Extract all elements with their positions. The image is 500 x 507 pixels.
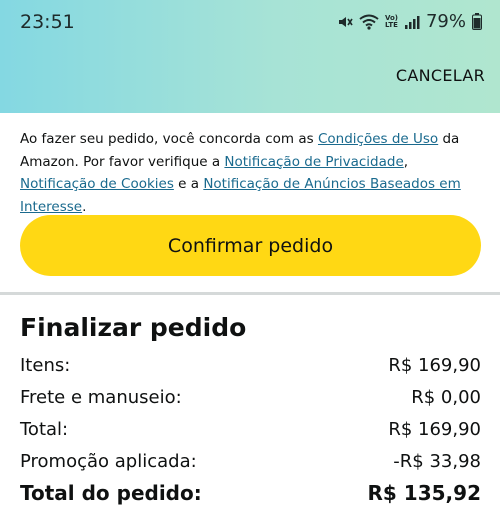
volte-icon: Vo) LTE [385, 14, 398, 29]
summary-row-shipping: Frete e manuseio: R$ 0,00 [20, 387, 481, 408]
row-label: Itens: [20, 355, 71, 376]
row-value: R$ 169,90 [388, 419, 481, 440]
row-label: Total: [20, 419, 69, 440]
section-divider [0, 292, 500, 295]
order-total-value: R$ 135,92 [367, 481, 481, 505]
volte-label-bottom: LTE [385, 20, 398, 29]
summary-row-promotion: Promoção aplicada: -R$ 33,98 [20, 451, 481, 472]
row-value: R$ 0,00 [411, 387, 481, 408]
agreement-suffix: . [82, 198, 87, 215]
confirm-order-label: Confirmar pedido [167, 234, 334, 257]
agreement-text: Ao fazer seu pedido, você concorda com a… [20, 128, 486, 218]
battery-icon [472, 13, 482, 30]
signal-icon [404, 14, 420, 30]
confirm-order-button[interactable]: Confirmar pedido [20, 215, 481, 276]
row-label: Promoção aplicada: [20, 451, 197, 472]
summary-row-items: Itens: R$ 169,90 [20, 355, 481, 376]
row-label: Frete e manuseio: [20, 387, 182, 408]
header-bar: 23:51 Vo) LTE 79% CANCELAR [0, 0, 500, 113]
summary-title: Finalizar pedido [20, 313, 247, 342]
mute-icon [337, 14, 353, 30]
status-time: 23:51 [20, 11, 75, 33]
agreement-prefix: Ao fazer seu pedido, você concorda com a… [20, 131, 318, 147]
terms-of-use-link[interactable]: Condições de Uso [318, 131, 438, 147]
wifi-icon [359, 14, 379, 30]
battery-percent: 79% [425, 11, 466, 32]
privacy-notice-link[interactable]: Notificação de Privacidade [224, 154, 403, 170]
cookies-notice-link[interactable]: Notificação de Cookies [20, 176, 174, 192]
row-value: R$ 169,90 [388, 355, 481, 376]
status-icons: Vo) LTE 79% [337, 11, 482, 32]
agreement-mid2: e a [173, 176, 204, 192]
cancel-button[interactable]: CANCELAR [396, 66, 485, 85]
order-total-label: Total do pedido: [20, 481, 202, 505]
summary-row-total: Total: R$ 169,90 [20, 419, 481, 440]
summary-row-order-total: Total do pedido: R$ 135,92 [20, 481, 481, 505]
agreement-sep: , [403, 153, 409, 170]
row-value: -R$ 33,98 [393, 451, 481, 472]
